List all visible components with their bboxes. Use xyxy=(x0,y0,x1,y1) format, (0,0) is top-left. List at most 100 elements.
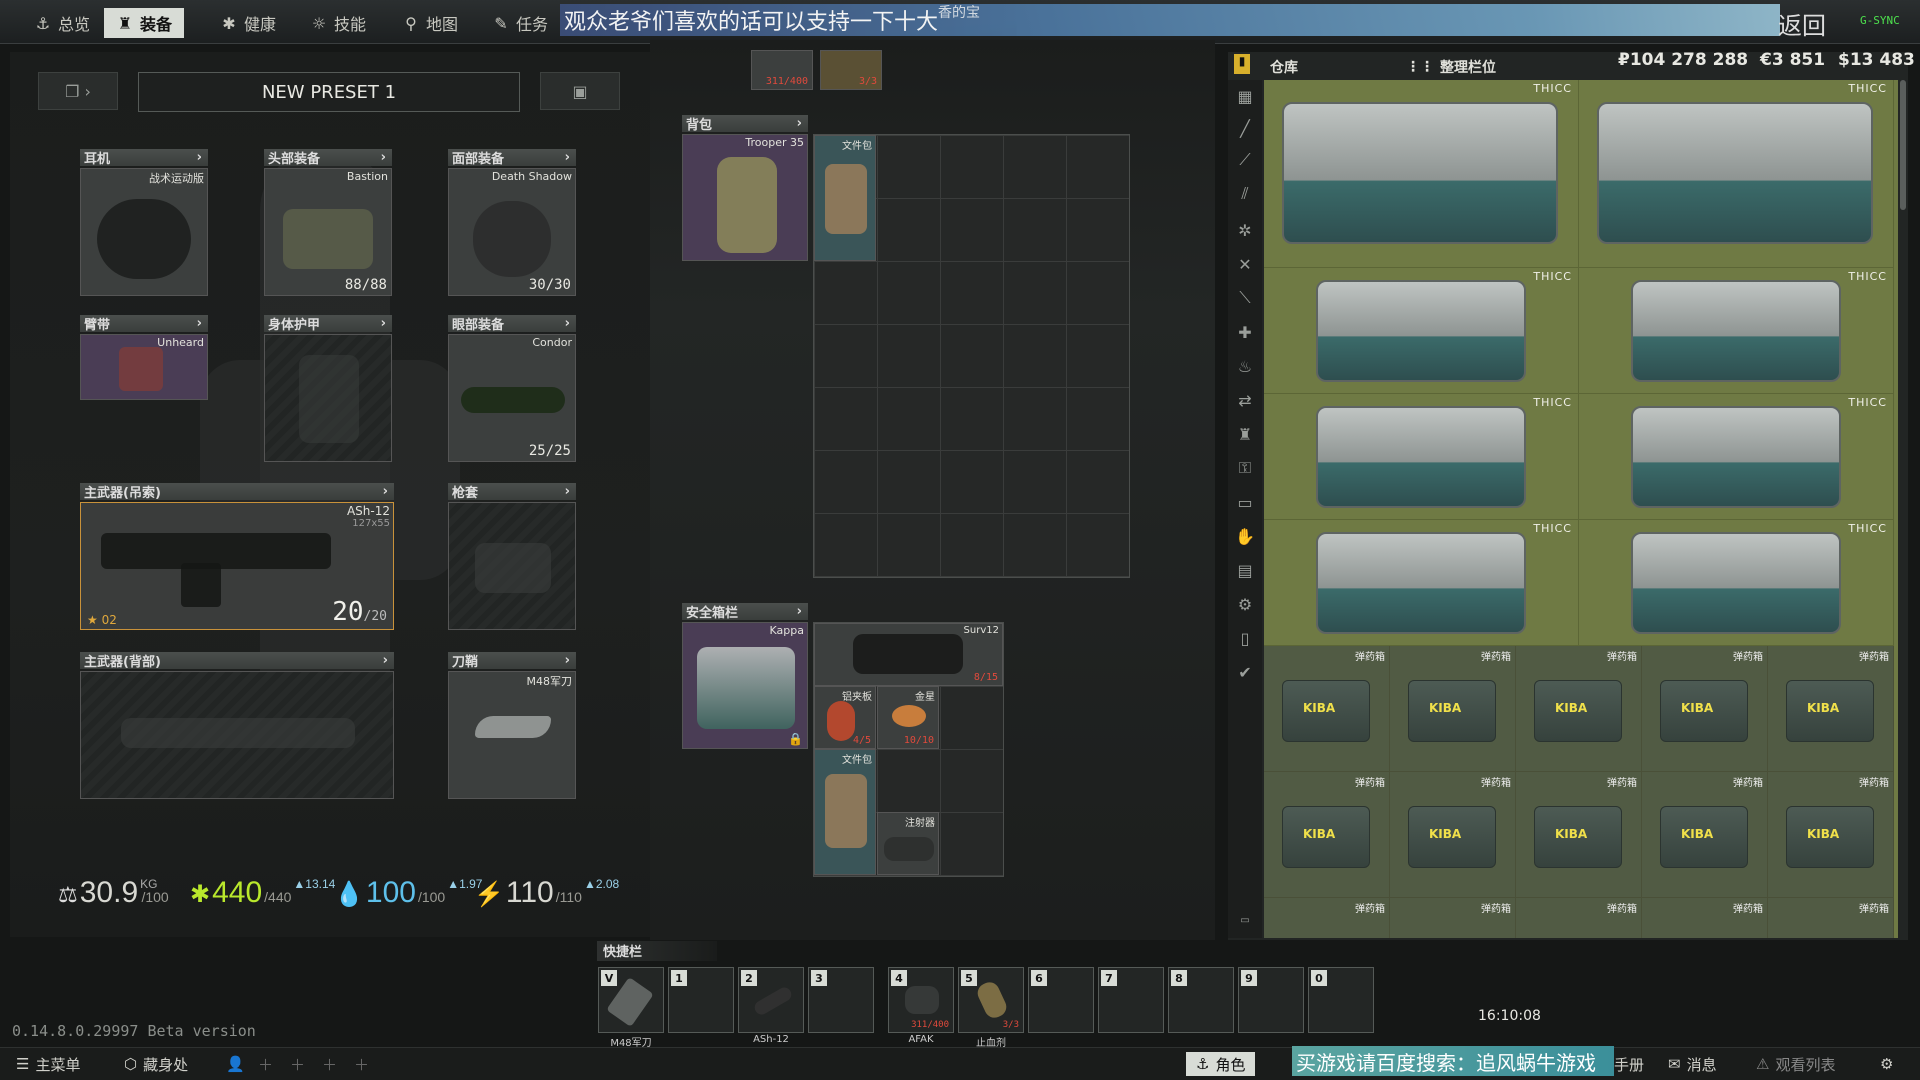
slot-header-holster[interactable]: 枪套 › xyxy=(448,483,576,501)
thicc-case-item[interactable]: THICC xyxy=(1264,268,1579,394)
quickslot-9[interactable]: 9 xyxy=(1238,967,1304,1033)
slot-header-earpiece[interactable]: 耳机 › xyxy=(80,149,208,167)
slot-header-armor[interactable]: 身体护甲 › xyxy=(264,315,392,333)
slot-holster-empty[interactable] xyxy=(448,502,576,630)
settings-button[interactable]: ⚙ xyxy=(1880,1052,1893,1076)
stash-grid[interactable]: THICC THICC THICC THICC THICC THICC THIC… xyxy=(1264,80,1898,938)
ammo-box-item[interactable]: 弹药箱 KIBA xyxy=(1264,646,1390,772)
slot-eyewear[interactable]: Condor 25/25 xyxy=(448,334,576,462)
slot-header-primary-sling[interactable]: 主武器(吊索) › xyxy=(80,483,394,501)
save-preset-button[interactable]: ▣ xyxy=(540,72,620,110)
slot-header-facecover[interactable]: 面部装备 › xyxy=(448,149,576,167)
golden-star-item[interactable]: 金星 10/10 xyxy=(877,686,939,749)
slot-header-headwear[interactable]: 头部装备 › xyxy=(264,149,392,167)
filter-medical-icon[interactable]: ✚ xyxy=(1230,318,1260,346)
filter-check-icon[interactable]: ✔ xyxy=(1230,658,1260,686)
stash-tab[interactable]: 仓库 xyxy=(1270,56,1298,78)
add-group-slot[interactable]: ＋ xyxy=(354,1052,369,1076)
ammo-box-item[interactable]: 弹药箱 xyxy=(1516,898,1642,938)
tab-map[interactable]: ⚲ 地图 xyxy=(390,8,470,38)
sort-button[interactable]: ⋮⋮ 整理栏位 xyxy=(1406,56,1496,78)
filter-barter-icon[interactable]: ⇄ xyxy=(1230,386,1260,414)
filter-gear-icon[interactable]: ♜ xyxy=(1230,420,1260,448)
backpack-doc-case[interactable]: 文件包 xyxy=(814,135,876,261)
filter-grenade-icon[interactable]: ✲ xyxy=(1230,216,1260,244)
quickslot-7[interactable]: 7 xyxy=(1098,967,1164,1033)
thicc-case-item[interactable]: THICC xyxy=(1264,520,1579,646)
ammo-box-item[interactable]: 弹药箱 xyxy=(1390,898,1516,938)
aluminum-splint-item[interactable]: 铝夹板 4/5 xyxy=(814,686,876,749)
ammo-box-item[interactable]: 弹药箱 KIBA xyxy=(1264,772,1390,898)
ammo-box-item[interactable]: 弹药箱 KIBA xyxy=(1516,772,1642,898)
slot-backpack[interactable]: Trooper 35 xyxy=(682,134,808,261)
quickslot-8[interactable]: 8 xyxy=(1168,967,1234,1033)
slot-header-eyewear[interactable]: 眼部装备 › xyxy=(448,315,576,333)
slot-primary-back-empty[interactable] xyxy=(80,671,394,799)
ammo-box-item[interactable]: 弹药箱 xyxy=(1768,898,1894,938)
filter-bottom-icon[interactable]: ▭ xyxy=(1230,906,1260,934)
messages-button[interactable]: ✉ 消息 xyxy=(1668,1052,1717,1076)
slot-header-scabbard[interactable]: 刀鞘 › xyxy=(448,652,576,670)
filter-keys-icon[interactable]: ⚿ xyxy=(1230,454,1260,482)
profile-button[interactable]: 👤 xyxy=(226,1052,245,1076)
watchlist-button[interactable]: ⚠ 观看列表 xyxy=(1756,1052,1835,1076)
ammo-box-item[interactable]: 弹药箱 KIBA xyxy=(1768,646,1894,772)
thicc-case-item[interactable]: THICC xyxy=(1579,268,1894,394)
quickslot-6[interactable]: 6 xyxy=(1028,967,1094,1033)
filter-info-icon[interactable]: ▤ xyxy=(1230,556,1260,584)
slot-facecover[interactable]: Death Shadow 30/30 xyxy=(448,168,576,296)
main-menu-button[interactable]: ☰ 主菜单 xyxy=(16,1052,80,1076)
quickslot-v[interactable]: V xyxy=(598,967,664,1033)
slot-armor-empty[interactable] xyxy=(264,334,392,462)
character-button[interactable]: ⚓ 角色 xyxy=(1186,1052,1256,1076)
slot-header-secure[interactable]: 安全箱栏 › xyxy=(682,603,808,621)
slot-header-primary-back[interactable]: 主武器(背部) › xyxy=(80,652,394,670)
back-button[interactable]: 返回 xyxy=(1778,6,1826,41)
filter-knife-icon[interactable]: ⟍ xyxy=(1230,284,1260,312)
quickslot-0[interactable]: 0 xyxy=(1308,967,1374,1033)
ammo-box-item[interactable]: 弹药箱 KIBA xyxy=(1642,646,1768,772)
thicc-case-item[interactable]: THICC xyxy=(1264,394,1579,520)
slot-scabbard[interactable]: M48军刀 xyxy=(448,671,576,799)
slot-headwear[interactable]: Bastion 88/88 xyxy=(264,168,392,296)
filter-all-icon[interactable]: ▦ xyxy=(1230,82,1260,110)
quickslot-3[interactable]: 3 xyxy=(808,967,874,1033)
slot-armband[interactable]: Unheard xyxy=(80,334,208,400)
ammo-box-item[interactable]: 弹药箱 KIBA xyxy=(1390,646,1516,772)
tab-overview[interactable]: ⚓ 总览 xyxy=(22,8,102,38)
ammo-box-item[interactable]: 弹药箱 KIBA xyxy=(1768,772,1894,898)
thicc-case-item[interactable]: THICC xyxy=(1579,80,1894,268)
filter-provisions-icon[interactable]: ♨ xyxy=(1230,352,1260,380)
add-group-slot[interactable]: ＋ xyxy=(322,1052,337,1076)
hideout-button[interactable]: ⬡ 藏身处 xyxy=(124,1052,188,1076)
thicc-case-item[interactable]: THICC xyxy=(1264,80,1579,268)
tab-gear[interactable]: ♜ 装备 xyxy=(104,8,185,38)
tab-tasks[interactable]: ✎ 任务 xyxy=(480,8,560,38)
quickslot-5[interactable]: 5 3/3 xyxy=(958,967,1024,1033)
filter-melee-icon[interactable]: ⟋ xyxy=(1230,146,1260,174)
top-item-b[interactable]: 3/3 xyxy=(820,50,882,90)
quickslot-2[interactable]: 2 xyxy=(738,967,804,1033)
slot-primary-sling[interactable]: ASh-12 127x55 ★ 02 20/20 xyxy=(80,502,394,630)
filter-ammo-icon[interactable]: ⫽ xyxy=(1230,180,1260,208)
stash-scrollbar[interactable] xyxy=(1900,80,1906,210)
tab-skills[interactable]: ☼ 技能 xyxy=(298,8,378,38)
surv12-item[interactable]: Surv12 8/15 xyxy=(814,623,1003,686)
add-group-slot[interactable]: ＋ xyxy=(258,1052,273,1076)
top-item-a[interactable]: 311/400 xyxy=(751,50,813,90)
ammo-box-item[interactable]: 弹药箱 KIBA xyxy=(1390,772,1516,898)
quickslot-4[interactable]: 4 311/400 xyxy=(888,967,954,1033)
add-group-slot[interactable]: ＋ xyxy=(290,1052,305,1076)
preset-name-field[interactable]: NEW PRESET 1 xyxy=(138,72,520,112)
ammo-box-item[interactable]: 弹药箱 KIBA xyxy=(1516,646,1642,772)
filter-mods-icon[interactable]: ⚙ xyxy=(1230,590,1260,618)
filter-containers-icon[interactable]: ▭ xyxy=(1230,488,1260,516)
slot-earpiece[interactable]: 战术运动版 xyxy=(80,168,208,296)
filter-hand-icon[interactable]: ✋ xyxy=(1230,522,1260,550)
tab-health[interactable]: ✱ 健康 xyxy=(208,8,288,38)
ammo-box-item[interactable]: 弹药箱 KIBA xyxy=(1642,772,1768,898)
injector-case-item[interactable]: 注射器 xyxy=(877,812,939,875)
slot-header-armband[interactable]: 臂带 › xyxy=(80,315,208,333)
handbook-button[interactable]: 手册 xyxy=(1614,1052,1644,1076)
quickslot-1[interactable]: 1 xyxy=(668,967,734,1033)
